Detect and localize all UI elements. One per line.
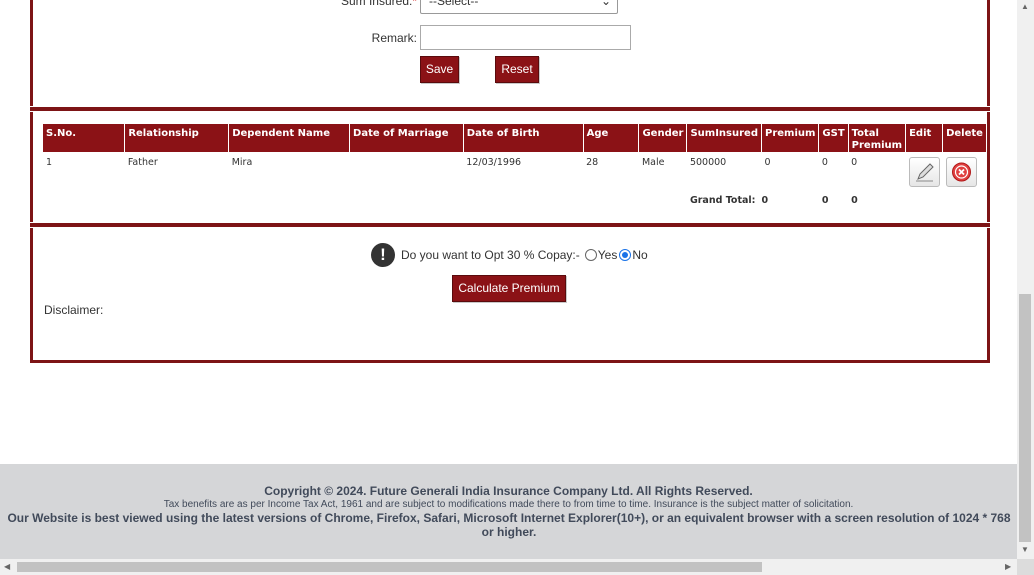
scrollbar-corner [1017, 559, 1034, 575]
copay-panel: ! Do you want to Opt 30 % Copay:- Yes No… [30, 228, 990, 363]
table-row: 1 Father Mira 12/03/1996 28 Male 500000 … [43, 152, 987, 190]
scroll-right-icon[interactable]: ▶ [1005, 562, 1011, 571]
horizontal-scrollbar[interactable]: ◀ ▶ [0, 559, 1017, 575]
header-premium: Premium [761, 124, 820, 152]
copay-question-row: ! Do you want to Opt 30 % Copay:- Yes No [371, 243, 648, 267]
header-total-premium: Total Premium [848, 124, 907, 152]
cell-relationship: Father [127, 157, 158, 168]
header-gst: GST [818, 124, 849, 152]
remark-label: Remark: [371, 31, 417, 45]
scroll-up-icon[interactable]: ▲ [1021, 2, 1029, 11]
vertical-scrollbar[interactable]: ▲ ▼ [1017, 0, 1034, 559]
cell-delete [943, 152, 987, 190]
copay-no-radio[interactable] [619, 249, 632, 261]
section-divider [30, 107, 990, 111]
reset-button[interactable]: Reset [495, 56, 539, 83]
cell-date-of-birth: 12/03/1996 [466, 157, 522, 168]
header-date-of-birth: Date of Birth [463, 124, 584, 152]
cell-sum-insured: 500000 [689, 157, 727, 168]
header-edit: Edit [905, 124, 944, 152]
chevron-down-icon: ⌄ [600, 0, 611, 8]
section-divider [30, 223, 990, 227]
disclaimer-label: Disclaimer: [44, 303, 104, 317]
copay-no-label[interactable]: No [632, 248, 647, 262]
header-dependent-name: Dependent Name [228, 124, 351, 152]
header-age: Age [583, 124, 640, 152]
delete-icon [951, 162, 971, 182]
sum-insured-value: --Select-- [429, 0, 479, 8]
cell-gender: Male [641, 157, 665, 168]
pencil-icon [915, 163, 934, 182]
cell-age: 28 [586, 157, 599, 168]
copay-question: Do you want to Opt 30 % Copay:- [401, 248, 580, 262]
footer: Copyright © 2024. Future Generali India … [0, 464, 1017, 559]
sum-insured-label: Sum Insured:* [340, 0, 417, 8]
header-sno: S.No. [43, 124, 126, 152]
cell-gst: 0 [821, 157, 828, 168]
delete-button[interactable] [945, 157, 977, 187]
copay-yes-label[interactable]: Yes [598, 248, 618, 262]
remark-input[interactable] [420, 25, 631, 50]
scroll-down-icon[interactable]: ▼ [1021, 545, 1029, 554]
cell-date-of-marriage [350, 152, 464, 190]
table-header-row: S.No. Relationship Dependent Name Date o… [43, 124, 987, 152]
copay-yes-radio[interactable] [584, 249, 597, 261]
calculate-premium-button[interactable]: Calculate Premium [452, 275, 566, 302]
header-delete: Delete [942, 124, 987, 152]
save-button[interactable]: Save [420, 56, 459, 83]
footer-tax-note: Tax benefits are as per Income Tax Act, … [163, 499, 854, 510]
header-date-of-marriage: Date of Marriage [349, 124, 464, 152]
edit-button[interactable] [908, 157, 940, 187]
dependents-table-panel: S.No. Relationship Dependent Name Date o… [30, 112, 990, 222]
cell-total-premium: 0 [851, 157, 858, 168]
dependents-table: S.No. Relationship Dependent Name Date o… [43, 124, 987, 228]
vertical-scroll-thumb[interactable] [1019, 294, 1031, 542]
footer-browser-note: Our Website is best viewed using the lat… [7, 511, 1011, 539]
footer-copyright: Copyright © 2024. Future Generali India … [264, 484, 753, 498]
cell-edit [906, 152, 943, 190]
sum-insured-select[interactable]: --Select-- ⌄ [420, 0, 618, 14]
header-gender: Gender [638, 124, 688, 152]
header-relationship: Relationship [124, 124, 230, 152]
cell-premium: 0 [764, 157, 771, 168]
header-sum-insured: SumInsured [686, 124, 762, 152]
dependent-form-panel: Sum Insured:* --Select-- ⌄ Remark: Save … [30, 0, 990, 106]
scroll-left-icon[interactable]: ◀ [4, 562, 10, 571]
cell-sno: 1 [46, 157, 53, 168]
exclamation-icon: ! [371, 243, 395, 267]
horizontal-scroll-thumb[interactable] [17, 562, 762, 572]
cell-dependent-name: Mira [231, 157, 253, 168]
